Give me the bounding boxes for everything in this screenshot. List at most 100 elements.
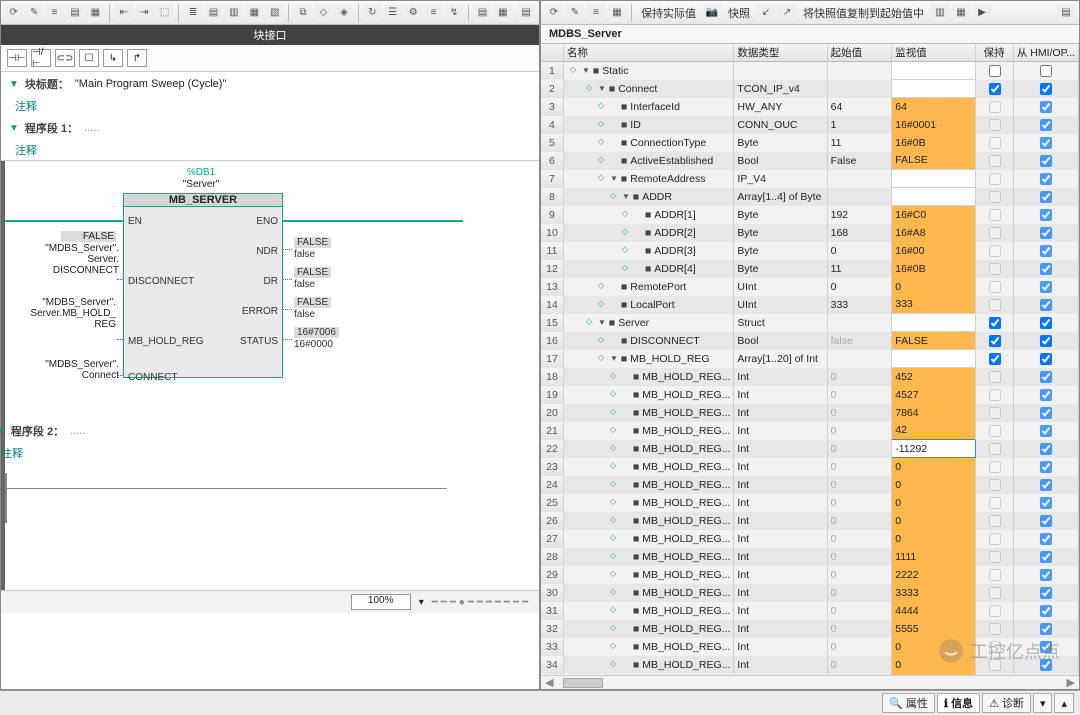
tool-icon[interactable]: ▤ xyxy=(205,4,222,22)
hmi-checkbox[interactable] xyxy=(1040,281,1052,293)
table-row[interactable]: 6◇■ActiveEstablishedBoolFalseFALSE xyxy=(541,152,1079,170)
segment-2-header[interactable]: ▼ 程序段 2： ..... xyxy=(0,419,539,443)
table-row[interactable]: 3◇■InterfaceIdHW_ANY6464 xyxy=(541,98,1079,116)
table-row[interactable]: 31◇■MB_HOLD_REG...Int04444 xyxy=(541,602,1079,620)
retain-checkbox[interactable] xyxy=(989,371,1001,383)
fb-block[interactable]: MB_SERVER EN ENO NDR DR ERROR STATUS DIS… xyxy=(123,193,283,378)
hmi-checkbox[interactable] xyxy=(1040,65,1052,77)
tool-icon[interactable]: ▧ xyxy=(266,4,283,22)
table-row[interactable]: 24◇■MB_HOLD_REG...Int00 xyxy=(541,476,1079,494)
tool-icon[interactable]: ▥ xyxy=(225,4,242,22)
tool-icon[interactable]: ≣ xyxy=(184,4,201,22)
hmi-checkbox[interactable] xyxy=(1040,515,1052,527)
retain-checkbox[interactable] xyxy=(989,497,1001,509)
table-row[interactable]: 26◇■MB_HOLD_REG...Int00 xyxy=(541,512,1079,530)
table-row[interactable]: 5◇■ConnectionTypeByte1116#0B xyxy=(541,134,1079,152)
hmi-checkbox[interactable] xyxy=(1040,101,1052,113)
hmi-checkbox[interactable] xyxy=(1040,227,1052,239)
retain-checkbox[interactable] xyxy=(989,605,1001,617)
zoom-dropdown-icon[interactable]: ▾ xyxy=(419,597,424,608)
table-row[interactable]: 34◇■MB_HOLD_REG...Int00 xyxy=(541,656,1079,674)
retain-checkbox[interactable] xyxy=(989,137,1001,149)
table-row[interactable]: 22◇■MB_HOLD_REG...Int0-11292 xyxy=(541,440,1079,458)
retain-checkbox[interactable] xyxy=(989,155,1001,167)
tool-icon[interactable]: ↙ xyxy=(757,4,775,22)
col-retain[interactable]: 保持 xyxy=(975,44,1013,61)
hmi-checkbox[interactable] xyxy=(1040,353,1052,365)
retain-checkbox[interactable] xyxy=(989,389,1001,401)
table-row[interactable]: 9◇■ADDR[1]Byte19216#C0 xyxy=(541,206,1079,224)
tool-icon[interactable]: ▶ xyxy=(973,4,991,22)
tool-icon[interactable]: ▤ xyxy=(518,4,535,22)
collapse-icon[interactable]: ▴ xyxy=(1054,693,1074,713)
retain-checkbox[interactable] xyxy=(989,263,1001,275)
tab-diagnostics[interactable]: ⚠诊断 xyxy=(982,693,1031,713)
col-hmi[interactable]: 从 HMI/OP... xyxy=(1013,44,1078,61)
hmi-checkbox[interactable] xyxy=(1040,569,1052,581)
table-row[interactable]: 10◇■ADDR[2]Byte16816#A8 xyxy=(541,224,1079,242)
retain-checkbox[interactable] xyxy=(989,623,1001,635)
zoom-input[interactable]: 100% xyxy=(351,594,411,610)
table-row[interactable]: 16◇■DISCONNECTBoolfalseFALSE xyxy=(541,332,1079,350)
table-row[interactable]: 32◇■MB_HOLD_REG...Int05555 xyxy=(541,620,1079,638)
retain-checkbox[interactable] xyxy=(989,335,1001,347)
tool-icon[interactable]: ⇥ xyxy=(136,4,153,22)
hmi-checkbox[interactable] xyxy=(1040,659,1052,671)
retain-checkbox[interactable] xyxy=(989,173,1001,185)
table-row[interactable]: 15◇▼■ServerStruct xyxy=(541,314,1079,332)
tool-icon[interactable]: ⟳ xyxy=(5,4,22,22)
contact-icon[interactable]: ⊣/⊢ xyxy=(31,49,51,67)
hmi-checkbox[interactable] xyxy=(1040,137,1052,149)
retain-checkbox[interactable] xyxy=(989,317,1001,329)
hmi-checkbox[interactable] xyxy=(1040,155,1052,167)
hmi-checkbox[interactable] xyxy=(1040,641,1052,653)
retain-checkbox[interactable] xyxy=(989,101,1001,113)
hmi-checkbox[interactable] xyxy=(1040,119,1052,131)
hmi-checkbox[interactable] xyxy=(1040,209,1052,221)
table-row[interactable]: 4◇■IDCONN_OUC116#0001 xyxy=(541,116,1079,134)
tab-properties[interactable]: 🔍属性 xyxy=(882,693,935,713)
hmi-checkbox[interactable] xyxy=(1040,533,1052,545)
retain-checkbox[interactable] xyxy=(989,533,1001,545)
segment-1-header[interactable]: ▼ 程序段 1： ..... xyxy=(1,116,539,140)
hmi-checkbox[interactable] xyxy=(1040,371,1052,383)
table-row[interactable]: 23◇■MB_HOLD_REG...Int00 xyxy=(541,458,1079,476)
comment-placeholder[interactable]: 注释 xyxy=(1,96,539,116)
branch-icon[interactable]: ↳ xyxy=(103,49,123,67)
hmi-checkbox[interactable] xyxy=(1040,425,1052,437)
tool-icon[interactable]: ⧉ xyxy=(294,4,311,22)
tool-icon[interactable]: ↗ xyxy=(778,4,796,22)
block-title-value[interactable]: "Main Program Sweep (Cycle)" xyxy=(75,78,226,90)
retain-checkbox[interactable] xyxy=(989,425,1001,437)
copy-snapshot-label[interactable]: 将快照值复制到起始值中 xyxy=(799,5,928,21)
tool-icon[interactable]: ⚙ xyxy=(404,4,421,22)
comment-placeholder[interactable]: 注释 xyxy=(1,140,539,160)
retain-checkbox[interactable] xyxy=(989,515,1001,527)
tool-icon[interactable]: ▤ xyxy=(474,4,491,22)
retain-checkbox[interactable] xyxy=(989,659,1001,671)
tool-icon[interactable]: ⬚ xyxy=(156,4,173,22)
retain-checkbox[interactable] xyxy=(989,479,1001,491)
collapse-icon[interactable]: ▼ xyxy=(9,123,19,134)
box-icon[interactable]: ☐ xyxy=(79,49,99,67)
hmi-checkbox[interactable] xyxy=(1040,551,1052,563)
network-canvas[interactable]: %DB1 "Server" MB_SERVER EN ENO NDR DR ER… xyxy=(1,160,539,590)
hmi-checkbox[interactable] xyxy=(1040,83,1052,95)
tool-icon[interactable]: ▦ xyxy=(608,4,626,22)
table-row[interactable]: 17◇▼■MB_HOLD_REGArray[1..20] of Int xyxy=(541,350,1079,368)
col-monitor[interactable]: 监视值 xyxy=(892,44,975,61)
table-row[interactable]: 8◇▼■ADDRArray[1..4] of Byte xyxy=(541,188,1079,206)
hmi-checkbox[interactable] xyxy=(1040,191,1052,203)
table-row[interactable]: 12◇■ADDR[4]Byte1116#0B xyxy=(541,260,1079,278)
hmi-checkbox[interactable] xyxy=(1040,587,1052,599)
hmi-checkbox[interactable] xyxy=(1040,605,1052,617)
table-row[interactable]: 1◇▼■Static xyxy=(541,61,1079,80)
collapse-icon[interactable]: ▼ xyxy=(9,79,19,90)
hmi-checkbox[interactable] xyxy=(1040,299,1052,311)
table-row[interactable]: 2◇▼■ConnectTCON_IP_v4 xyxy=(541,80,1079,98)
hmi-checkbox[interactable] xyxy=(1040,623,1052,635)
col-start[interactable]: 起始值 xyxy=(827,44,892,61)
tool-icon[interactable]: ▦ xyxy=(87,4,104,22)
zoom-slider[interactable]: ━━━●━━━━━━━ xyxy=(432,597,531,608)
retain-checkbox[interactable] xyxy=(989,353,1001,365)
